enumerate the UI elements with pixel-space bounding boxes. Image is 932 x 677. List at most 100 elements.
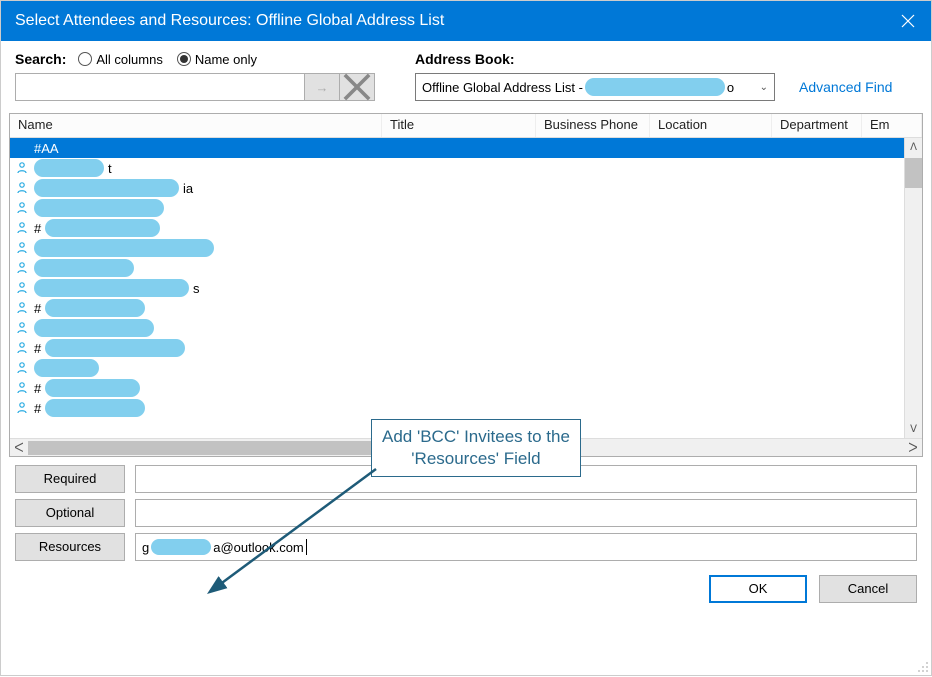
close-icon <box>901 14 915 28</box>
close-button[interactable] <box>885 1 931 41</box>
col-location[interactable]: Location <box>650 114 772 137</box>
scroll-down-arrow-icon[interactable]: ᐯ <box>905 420 922 438</box>
scroll-up-arrow-icon[interactable]: ᐱ <box>905 138 922 156</box>
list-item-suffix: ia <box>183 181 193 196</box>
required-button[interactable]: Required <box>15 465 125 493</box>
ok-button[interactable]: OK <box>709 575 807 603</box>
annotation-callout: Add 'BCC' Invitees to the 'Resources' Fi… <box>371 419 581 477</box>
list-content[interactable]: #AA t ia # <box>10 138 904 438</box>
list-item[interactable] <box>10 258 904 278</box>
redacted-text <box>45 299 145 317</box>
address-book-selected-suffix: o <box>727 80 734 95</box>
callout-line1: Add 'BCC' Invitees to the <box>382 426 570 448</box>
list-item[interactable]: # <box>10 298 904 318</box>
optional-button[interactable]: Optional <box>15 499 125 527</box>
redacted-text <box>34 259 134 277</box>
redacted-text <box>151 539 211 555</box>
radio-all-columns-label: All columns <box>96 52 162 67</box>
table-header-row: Name Title Business Phone Location Depar… <box>10 114 922 138</box>
redacted-text <box>45 379 140 397</box>
list-item-prefix: # <box>34 381 41 396</box>
person-icon <box>16 161 30 175</box>
radio-checked-icon <box>177 52 191 66</box>
results-list: #AA t ia # <box>10 138 922 438</box>
list-item[interactable]: t <box>10 158 904 178</box>
col-name[interactable]: Name <box>10 114 382 137</box>
advanced-find-link[interactable]: Advanced Find <box>799 79 892 95</box>
address-book-label: Address Book: <box>415 51 892 67</box>
person-icon <box>16 341 30 355</box>
radio-all-columns[interactable]: All columns <box>78 52 162 67</box>
redacted-text <box>34 279 189 297</box>
chevron-down-icon: ⌄ <box>760 82 768 93</box>
person-icon <box>16 321 30 335</box>
resources-value-prefix: g <box>142 540 149 555</box>
search-block: Search: All columns Name only → <box>15 51 375 101</box>
redacted-text <box>585 78 725 96</box>
list-item[interactable] <box>10 358 904 378</box>
x-icon <box>340 70 374 104</box>
radio-name-only[interactable]: Name only <box>177 52 257 67</box>
person-icon <box>16 241 30 255</box>
redacted-text <box>34 159 104 177</box>
person-icon <box>16 301 30 315</box>
list-item[interactable] <box>10 318 904 338</box>
person-icon <box>16 361 30 375</box>
list-item[interactable]: ia <box>10 178 904 198</box>
address-book-block: Address Book: Offline Global Address Lis… <box>415 51 892 101</box>
list-item[interactable] <box>10 238 904 258</box>
person-icon <box>16 181 30 195</box>
search-and-addressbook-row: Search: All columns Name only → Address … <box>1 41 931 105</box>
list-item-prefix: # <box>34 401 41 416</box>
radio-name-only-label: Name only <box>195 52 257 67</box>
scroll-right-arrow-icon[interactable]: ᐳ <box>904 440 922 456</box>
person-icon <box>16 401 30 415</box>
address-book-select[interactable]: Offline Global Address List - o ⌄ <box>415 73 775 101</box>
redacted-text <box>34 179 179 197</box>
list-item[interactable]: # <box>10 398 904 418</box>
redacted-text <box>34 359 99 377</box>
list-item[interactable]: s <box>10 278 904 298</box>
scroll-thumb[interactable] <box>905 158 922 188</box>
arrow-right-icon: → <box>316 80 329 95</box>
list-item[interactable]: # <box>10 378 904 398</box>
vertical-scrollbar[interactable]: ᐱ ᐯ <box>904 138 922 438</box>
resources-button[interactable]: Resources <box>15 533 125 561</box>
list-item-suffix: s <box>193 281 200 296</box>
col-department[interactable]: Department <box>772 114 862 137</box>
redacted-text <box>45 219 160 237</box>
results-table: Name Title Business Phone Location Depar… <box>9 113 923 457</box>
person-icon <box>16 261 30 275</box>
redacted-text <box>45 399 145 417</box>
resources-input[interactable]: g a@outlook.com <box>135 533 917 561</box>
search-input[interactable] <box>15 73 305 101</box>
search-scope-radio-group: All columns Name only <box>78 52 257 67</box>
list-item-suffix: t <box>108 161 112 176</box>
window-title: Select Attendees and Resources: Offline … <box>15 12 444 30</box>
list-item-prefix: # <box>34 301 41 316</box>
col-title[interactable]: Title <box>382 114 536 137</box>
list-item[interactable]: # <box>10 218 904 238</box>
callout-line2: 'Resources' Field <box>382 448 570 470</box>
list-item[interactable]: #AA <box>10 138 904 158</box>
cancel-button[interactable]: Cancel <box>819 575 917 603</box>
optional-input[interactable] <box>135 499 917 527</box>
redacted-text <box>34 239 214 257</box>
person-icon <box>16 201 30 215</box>
resize-grip-icon[interactable] <box>915 659 929 673</box>
person-icon <box>16 221 30 235</box>
list-item-prefix: # <box>34 341 41 356</box>
col-email[interactable]: Em <box>862 114 922 137</box>
person-icon <box>16 381 30 395</box>
col-phone[interactable]: Business Phone <box>536 114 650 137</box>
dialog-buttons: OK Cancel <box>1 565 931 613</box>
text-cursor <box>306 539 307 555</box>
list-item[interactable] <box>10 198 904 218</box>
clear-button[interactable] <box>339 73 375 101</box>
go-button[interactable]: → <box>304 73 340 101</box>
list-item[interactable]: # <box>10 338 904 358</box>
scroll-left-arrow-icon[interactable]: ᐸ <box>10 440 28 456</box>
title-bar: Select Attendees and Resources: Offline … <box>1 1 931 41</box>
redacted-text <box>34 199 164 217</box>
redacted-text <box>34 319 154 337</box>
